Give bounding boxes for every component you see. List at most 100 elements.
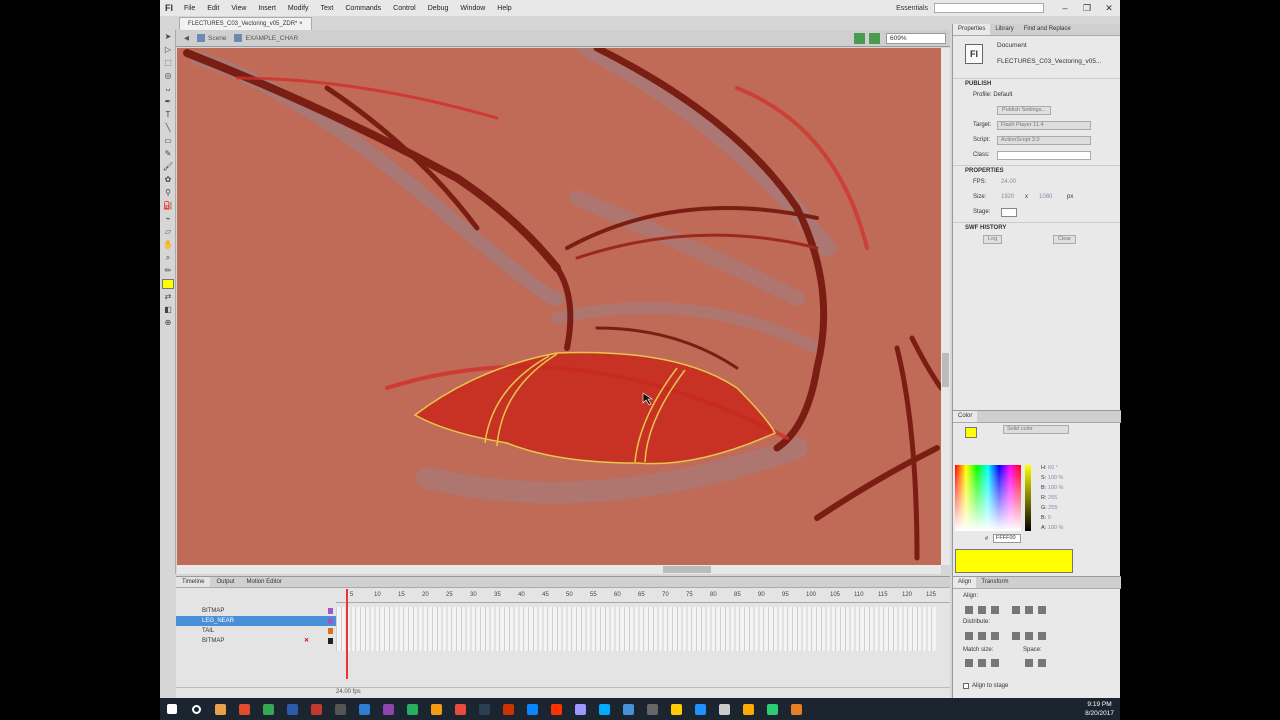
menu-text[interactable]: Text xyxy=(315,5,340,12)
blue-row[interactable]: B: 0 xyxy=(1041,513,1063,523)
match-both-icon[interactable] xyxy=(991,659,999,667)
edit-scene-icon[interactable] xyxy=(854,33,865,44)
breadcrumb-symbol[interactable]: EXAMPLE_CHAR xyxy=(234,34,298,42)
frame-grid[interactable] xyxy=(336,607,936,651)
text-tool-icon[interactable]: T xyxy=(162,110,174,120)
eraser-tool-icon[interactable]: ▱ xyxy=(162,227,174,237)
minimize-icon[interactable]: – xyxy=(1054,3,1076,13)
fill-color-swatch[interactable] xyxy=(162,279,174,289)
saturation-row[interactable]: S: 100 % xyxy=(1041,473,1063,483)
taskbar-app-icon[interactable] xyxy=(424,698,448,720)
saturation-value[interactable]: 100 % xyxy=(1048,475,1064,481)
bone-tool-icon[interactable]: ⚲ xyxy=(162,188,174,198)
layer-outline-color-icon[interactable] xyxy=(328,638,333,644)
menu-file[interactable]: File xyxy=(178,5,201,12)
line-tool-icon[interactable]: ╲ xyxy=(162,123,174,133)
search-icon[interactable] xyxy=(184,698,208,720)
align-to-stage-row[interactable]: Align to stage xyxy=(963,683,1008,689)
frame-ruler[interactable]: 5 10 15 20 25 30 35 40 45 50 55 60 65 70 75 80 85 90 95 100… xyxy=(336,589,950,603)
playhead[interactable] xyxy=(346,589,348,679)
taskbar-app-icon[interactable] xyxy=(256,698,280,720)
hex-input[interactable]: FFFF00 xyxy=(993,534,1021,543)
stage-canvas[interactable] xyxy=(177,48,941,565)
taskbar-app-icon[interactable] xyxy=(592,698,616,720)
restore-icon[interactable]: ❐ xyxy=(1076,3,1098,14)
taskbar-app-icon[interactable] xyxy=(616,698,640,720)
3d-rotation-tool-icon[interactable]: ◎ xyxy=(162,71,174,81)
color-spectrum[interactable] xyxy=(955,465,1021,531)
taskbar-app-icon[interactable] xyxy=(760,698,784,720)
match-width-icon[interactable] xyxy=(965,659,973,667)
align-to-stage-checkbox[interactable] xyxy=(963,683,969,689)
layer-row[interactable]: LEG_NEAR xyxy=(176,616,336,626)
publish-settings-button[interactable]: Publish Settings... xyxy=(997,106,1052,115)
hue-row[interactable]: H: 60 ° xyxy=(1041,463,1063,473)
space-buttons[interactable] xyxy=(1025,659,1046,667)
tab-find-and-replace[interactable]: Find and Replace xyxy=(1019,24,1076,35)
layer-outline-color-icon[interactable] xyxy=(328,608,333,614)
menu-edit[interactable]: Edit xyxy=(201,5,225,12)
tab-library[interactable]: Library xyxy=(990,24,1018,35)
red-row[interactable]: R: 255 xyxy=(1041,493,1063,503)
brush-tool-icon[interactable]: 🖌 xyxy=(162,162,174,172)
menu-window[interactable]: Window xyxy=(454,5,491,12)
close-tab-icon[interactable]: × xyxy=(299,21,303,27)
taskbar-app-icon[interactable] xyxy=(472,698,496,720)
breadcrumb-scene[interactable]: Scene xyxy=(197,34,226,42)
taskbar-app-icon[interactable] xyxy=(304,698,328,720)
distribute-hcenter-icon[interactable] xyxy=(1025,632,1033,640)
paint-bucket-tool-icon[interactable]: ⛽ xyxy=(162,201,174,211)
align-vcenter-icon[interactable] xyxy=(1025,606,1033,614)
hand-tool-icon[interactable]: ✋ xyxy=(162,240,174,250)
tab-timeline[interactable]: Timeline xyxy=(176,577,211,587)
document-tab[interactable]: FLECTURES_C03_Vectoring_v05_ZDR* × xyxy=(179,17,312,30)
tab-transform[interactable]: Transform xyxy=(976,577,1013,588)
menu-debug[interactable]: Debug xyxy=(422,5,455,12)
edit-symbol-icon[interactable] xyxy=(869,33,880,44)
fill-color-chip[interactable] xyxy=(965,427,977,438)
taskbar-app-icon[interactable] xyxy=(784,698,808,720)
red-value[interactable]: 255 xyxy=(1048,495,1057,501)
brightness-slider[interactable] xyxy=(1025,465,1031,531)
vertical-scrollbar[interactable] xyxy=(941,48,950,565)
subselection-tool-icon[interactable]: ▷ xyxy=(162,45,174,55)
menu-help[interactable]: Help xyxy=(491,5,517,12)
color-type-select[interactable]: Solid color xyxy=(1003,425,1069,434)
tab-properties[interactable]: Properties xyxy=(953,24,991,35)
close-icon[interactable]: ✕ xyxy=(1098,3,1120,14)
align-right-icon[interactable] xyxy=(991,606,999,614)
align-bottom-icon[interactable] xyxy=(1038,606,1046,614)
green-value[interactable]: 255 xyxy=(1048,505,1057,511)
distribute-buttons[interactable] xyxy=(965,632,1046,640)
distribute-top-icon[interactable] xyxy=(965,632,973,640)
align-left-icon[interactable] xyxy=(965,606,973,614)
space-horizontal-icon[interactable] xyxy=(1038,659,1046,667)
taskbar-app-icon[interactable] xyxy=(520,698,544,720)
align-buttons[interactable] xyxy=(965,606,1046,614)
layer-outline-color-icon[interactable] xyxy=(328,618,333,624)
align-hcenter-icon[interactable] xyxy=(978,606,986,614)
swap-colors-icon[interactable]: ⇄ xyxy=(162,292,174,302)
taskbar-app-icon[interactable] xyxy=(400,698,424,720)
distribute-bottom-icon[interactable] xyxy=(991,632,999,640)
taskbar-app-icon[interactable] xyxy=(352,698,376,720)
selection-tool-icon[interactable]: ➤ xyxy=(162,32,174,42)
menu-control[interactable]: Control xyxy=(387,5,422,12)
pen-tool-icon[interactable]: ✒ xyxy=(162,97,174,107)
taskbar-app-icon[interactable] xyxy=(448,698,472,720)
menu-commands[interactable]: Commands xyxy=(339,5,387,12)
taskbar-app-icon[interactable] xyxy=(688,698,712,720)
frame-area[interactable]: 5 10 15 20 25 30 35 40 45 50 55 60 65 70 75 80 85 90 95 100… xyxy=(336,589,950,689)
target-select[interactable]: Flash Player 11.4 xyxy=(997,121,1091,130)
taskbar-app-icon[interactable] xyxy=(712,698,736,720)
tab-align[interactable]: Align xyxy=(953,577,977,588)
taskbar-app-icon[interactable] xyxy=(664,698,688,720)
green-row[interactable]: G: 255 xyxy=(1041,503,1063,513)
horizontal-scroll-thumb[interactable] xyxy=(663,566,711,573)
rectangle-tool-icon[interactable]: ▭ xyxy=(162,136,174,146)
vertical-scroll-thumb[interactable] xyxy=(942,353,949,387)
space-vertical-icon[interactable] xyxy=(1025,659,1033,667)
taskbar-app-icon[interactable] xyxy=(328,698,352,720)
size-height[interactable]: 1080 xyxy=(1039,190,1052,205)
taskbar-app-icon[interactable] xyxy=(568,698,592,720)
